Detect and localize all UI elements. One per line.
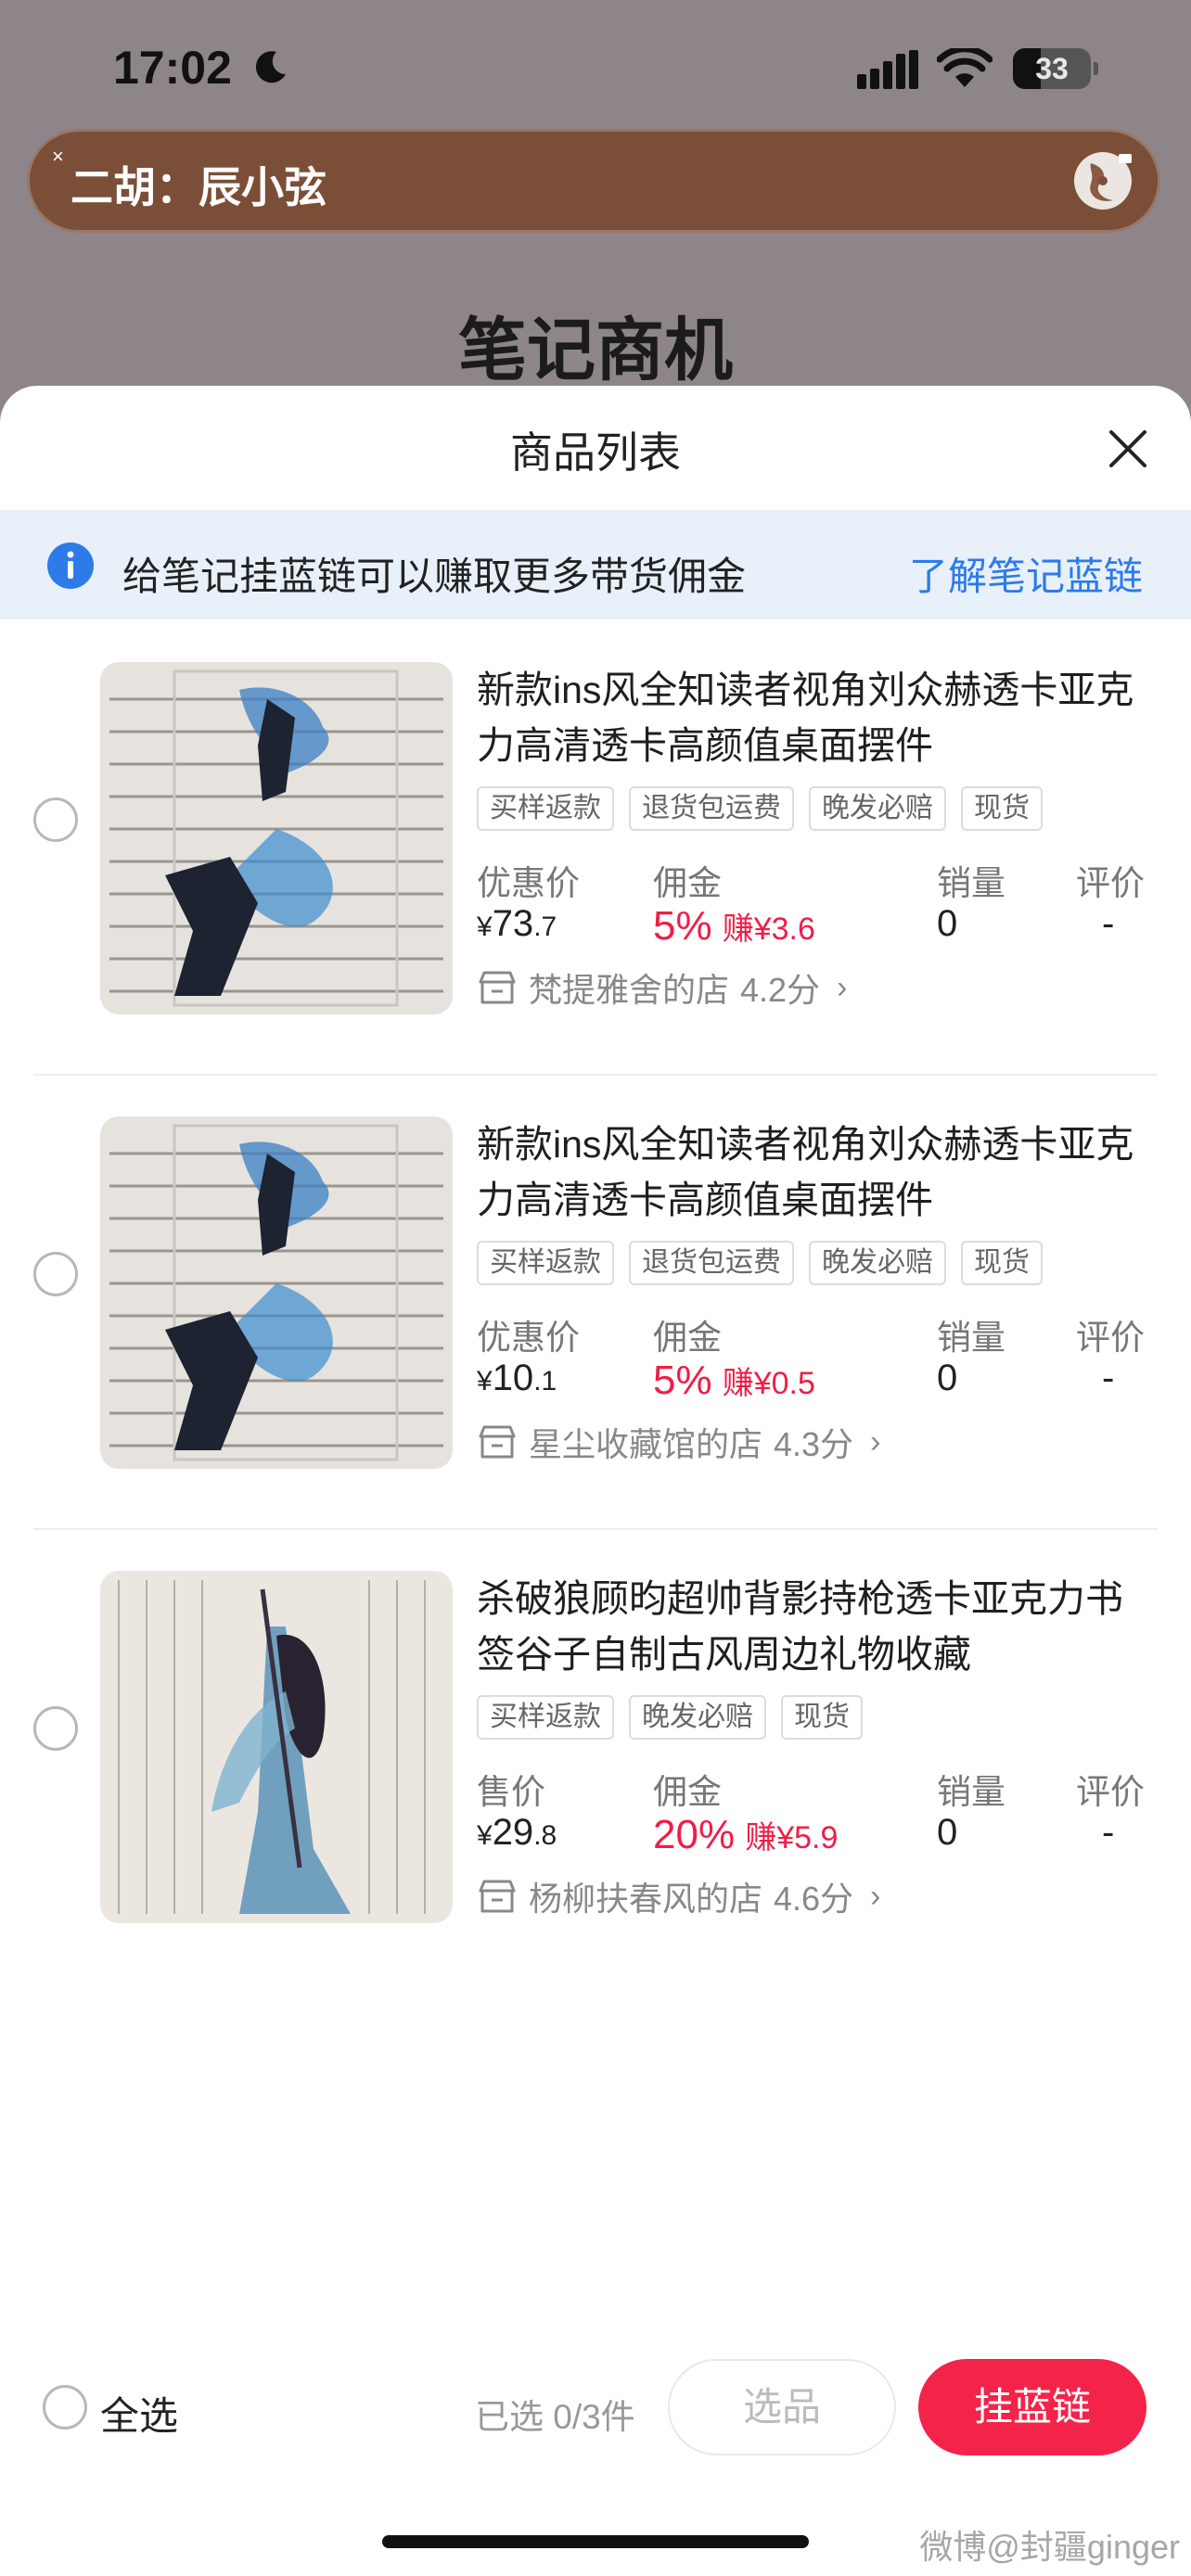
product-commission: 5% 赚¥0.5 <box>653 1358 815 1403</box>
shop-icon <box>479 1880 516 1913</box>
product-tag: 退货包运费 <box>629 786 794 831</box>
blue-link-notice: 给笔记挂蓝链可以赚取更多带货佣金 了解笔记蓝链 <box>0 510 1191 619</box>
wifi-icon <box>937 48 992 87</box>
product-rating: - <box>1102 1812 1115 1853</box>
product-name[interactable]: 新款ins风全知读者视角刘众赫透卡亚克力高清透卡高颜值桌面摆件 <box>477 1116 1145 1228</box>
store-link[interactable]: 星尘收藏馆的店 4.3分 › <box>477 1419 880 1465</box>
chevron-right-icon: › <box>837 969 848 1005</box>
item-select-radio[interactable] <box>33 797 78 842</box>
price-label: 售价 <box>477 1773 545 1811</box>
price-label: 优惠价 <box>477 864 580 902</box>
product-item[interactable]: 杀破狼顾昀超帅背影持枪透卡亚克力书签谷子自制古风周边礼物收藏 买样返款 晚发必赔… <box>0 1528 1191 1983</box>
product-sales: 0 <box>937 903 958 944</box>
product-thumbnail[interactable] <box>100 1116 453 1469</box>
notice-text: 给笔记挂蓝链可以赚取更多带货佣金 <box>122 555 747 598</box>
product-thumbnail[interactable] <box>100 1571 453 1923</box>
item-select-radio[interactable] <box>33 1252 78 1296</box>
item-select-radio[interactable] <box>33 1706 78 1751</box>
product-tag: 买样返款 <box>477 1695 614 1740</box>
product-price: ¥73.7 <box>477 903 557 944</box>
product-commission: 5% 赚¥3.6 <box>653 903 815 949</box>
battery-indicator: 33 <box>1013 48 1098 89</box>
bottom-action-bar: 全选 已选 0/3件 选品 挂蓝链 <box>0 2337 1191 2485</box>
store-score: 4.2分 <box>740 971 821 1009</box>
store-name: 星尘收藏馆的店 <box>529 1425 763 1463</box>
commission-label: 佣金 <box>653 1773 722 1811</box>
product-item[interactable]: 新款ins风全知读者视角刘众赫透卡亚克力高清透卡高颜值桌面摆件 买样返款 退货包… <box>0 619 1191 1074</box>
product-tags: 买样返款 退货包运费 晚发必赔 现货 <box>477 786 1043 833</box>
select-all-radio[interactable] <box>43 2385 87 2429</box>
home-indicator[interactable] <box>382 2535 809 2548</box>
chevron-right-icon: › <box>870 1878 881 1914</box>
status-time: 17:02 <box>113 42 232 94</box>
product-tag: 现货 <box>961 786 1043 831</box>
shop-icon <box>479 1425 516 1459</box>
now-playing-banner[interactable]: × 二胡：辰小弦 <box>30 132 1158 230</box>
commission-label: 佣金 <box>653 1319 722 1357</box>
product-item[interactable]: 新款ins风全知读者视角刘众赫透卡亚克力高清透卡高颜值桌面摆件 买样返款 退货包… <box>0 1074 1191 1528</box>
product-tag: 买样返款 <box>477 1241 614 1285</box>
battery-level: 33 <box>1035 52 1069 85</box>
sales-label: 销量 <box>937 864 1005 902</box>
product-tags: 买样返款 晚发必赔 现货 <box>477 1695 863 1741</box>
chevron-right-icon: › <box>870 1423 881 1460</box>
sales-label: 销量 <box>937 1773 1005 1811</box>
commission-label: 佣金 <box>653 864 722 902</box>
banner-close-icon[interactable]: × <box>52 145 64 169</box>
select-all-label[interactable]: 全选 <box>100 2385 178 2442</box>
product-thumbnail[interactable] <box>100 662 453 1014</box>
shop-icon <box>479 971 516 1004</box>
music-disc-icon[interactable] <box>1072 150 1133 211</box>
selected-count: 已选 0/3件 <box>475 2398 635 2436</box>
product-name[interactable]: 新款ins风全知读者视角刘众赫透卡亚克力高清透卡高颜值桌面摆件 <box>477 662 1145 773</box>
product-sales: 0 <box>937 1358 958 1398</box>
price-label: 优惠价 <box>477 1319 580 1357</box>
banner-title: 二胡：辰小弦 <box>70 163 327 211</box>
product-price: ¥29.8 <box>477 1812 557 1853</box>
attach-blue-link-button[interactable]: 挂蓝链 <box>918 2359 1146 2455</box>
product-tags: 买样返款 退货包运费 晚发必赔 现货 <box>477 1241 1043 1287</box>
product-tag: 现货 <box>781 1695 863 1740</box>
rating-label: 评价 <box>1076 864 1145 902</box>
product-list-sheet: 商品列表 给笔记挂蓝链可以赚取更多带货佣金 了解笔记蓝链 新款ins风全知读者视… <box>0 386 1191 2576</box>
status-bar: 17:02 33 <box>0 0 1191 139</box>
product-rating: - <box>1102 1358 1115 1398</box>
sales-label: 销量 <box>937 1319 1005 1357</box>
product-commission: 20% 赚¥5.9 <box>653 1812 839 1857</box>
close-icon[interactable] <box>1104 425 1152 473</box>
product-tag: 买样返款 <box>477 786 614 831</box>
product-tag: 晚发必赔 <box>629 1695 766 1740</box>
product-sales: 0 <box>937 1812 958 1853</box>
rating-label: 评价 <box>1076 1319 1145 1357</box>
watermark: 微博@封疆ginger <box>919 2528 1180 2566</box>
store-score: 4.3分 <box>774 1425 854 1463</box>
learn-blue-link[interactable]: 了解笔记蓝链 <box>909 545 1143 602</box>
product-tag: 退货包运费 <box>629 1241 794 1285</box>
store-link[interactable]: 梵提雅舍的店 4.2分 › <box>477 964 847 1011</box>
rating-label: 评价 <box>1076 1773 1145 1811</box>
page-title: 笔记商机 <box>458 312 733 389</box>
product-rating: - <box>1102 903 1115 944</box>
product-tag: 晚发必赔 <box>809 1241 946 1285</box>
store-link[interactable]: 杨柳扶春风的店 4.6分 › <box>477 1873 880 1919</box>
cellular-signal-icon <box>857 50 918 89</box>
product-price: ¥10.1 <box>477 1358 557 1398</box>
store-name: 梵提雅舍的店 <box>529 971 730 1009</box>
product-tag: 晚发必赔 <box>809 786 946 831</box>
product-name[interactable]: 杀破狼顾昀超帅背影持枪透卡亚克力书签谷子自制古风周边礼物收藏 <box>477 1571 1145 1682</box>
store-score: 4.6分 <box>774 1880 854 1918</box>
select-product-button[interactable]: 选品 <box>668 2359 896 2455</box>
moon-icon <box>255 51 286 83</box>
product-tag: 现货 <box>961 1241 1043 1285</box>
sheet-title: 商品列表 <box>510 428 681 477</box>
store-name: 杨柳扶春风的店 <box>529 1880 763 1918</box>
info-icon <box>47 542 94 589</box>
